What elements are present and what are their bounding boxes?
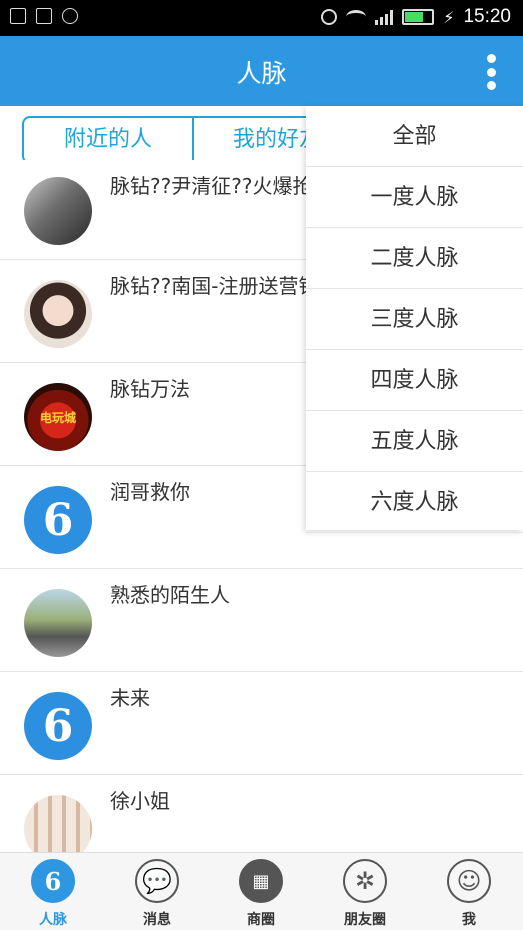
contact-name: 脉钻??尹清征??火爆抢	[110, 174, 313, 198]
more-menu-icon[interactable]	[485, 54, 497, 90]
nav-messages[interactable]: 💬 消息	[117, 859, 197, 929]
bottom-nav: 6 人脉 💬 消息 ▦ 商圈 ✲ 朋友圈 ☺ 我	[0, 852, 523, 930]
filter-degree-2[interactable]: 二度人脉	[306, 228, 523, 289]
filter-degree-6[interactable]: 六度人脉	[306, 472, 523, 533]
avatar-text: 电玩城	[39, 410, 76, 425]
gallery-icon	[10, 8, 26, 24]
contacts-icon: 6	[31, 859, 75, 903]
page-title: 人脉	[236, 59, 287, 88]
nav-label: 我	[462, 912, 476, 928]
list-item[interactable]: 6 未来	[0, 672, 523, 775]
nav-label: 朋友圈	[344, 912, 386, 928]
list-item[interactable]: 熟悉的陌生人	[0, 569, 523, 672]
shop-icon: ▦	[239, 859, 283, 903]
battery-icon	[402, 9, 435, 25]
avatar	[24, 280, 92, 348]
brand-logo-icon: 6	[24, 486, 92, 554]
user-icon: ☺	[447, 859, 491, 903]
nav-label: 人脉	[39, 912, 67, 928]
filter-all[interactable]: 全部	[306, 106, 523, 167]
app-bar: 人脉	[0, 36, 523, 106]
contact-name: 徐小姐	[110, 789, 170, 813]
brand-logo-icon: 6	[24, 692, 92, 760]
status-time: 15:20	[463, 6, 511, 27]
camera-icon: ✲	[343, 859, 387, 903]
status-bar: ⚡ 15:20	[0, 0, 523, 36]
list-item[interactable]: 徐小姐	[0, 775, 523, 863]
nav-me[interactable]: ☺ 我	[429, 859, 509, 929]
wifi-icon	[346, 10, 367, 24]
tab-nearby[interactable]: 附近的人	[24, 118, 192, 162]
avatar: 电玩城	[24, 383, 92, 451]
nav-moments[interactable]: ✲ 朋友圈	[325, 859, 405, 929]
contact-name: 未来	[110, 686, 150, 710]
contact-name: 脉钻万法	[110, 377, 190, 401]
filter-degree-1[interactable]: 一度人脉	[306, 167, 523, 228]
nav-contacts[interactable]: 6 人脉	[13, 859, 93, 929]
relation-filter-dropdown: 全部 一度人脉 二度人脉 三度人脉 四度人脉 五度人脉 六度人脉	[306, 106, 523, 533]
charging-icon: ⚡	[443, 7, 455, 27]
alarm-icon	[321, 9, 338, 25]
nav-label: 商圈	[247, 912, 275, 928]
nav-label: 消息	[143, 912, 171, 928]
filter-degree-5[interactable]: 五度人脉	[306, 411, 523, 472]
filter-degree-3[interactable]: 三度人脉	[306, 289, 523, 350]
usb-icon	[62, 8, 78, 24]
nav-business[interactable]: ▦ 商圈	[221, 859, 301, 929]
contact-name: 润哥救你	[110, 480, 190, 504]
chat-icon: 💬	[135, 859, 179, 903]
document-icon	[36, 8, 52, 24]
signal-icon	[375, 9, 394, 25]
avatar	[24, 177, 92, 245]
avatar	[24, 589, 92, 657]
contact-name: 熟悉的陌生人	[110, 583, 230, 607]
contact-name: 脉钻??南国-注册送营销	[110, 274, 319, 298]
filter-degree-4[interactable]: 四度人脉	[306, 350, 523, 411]
